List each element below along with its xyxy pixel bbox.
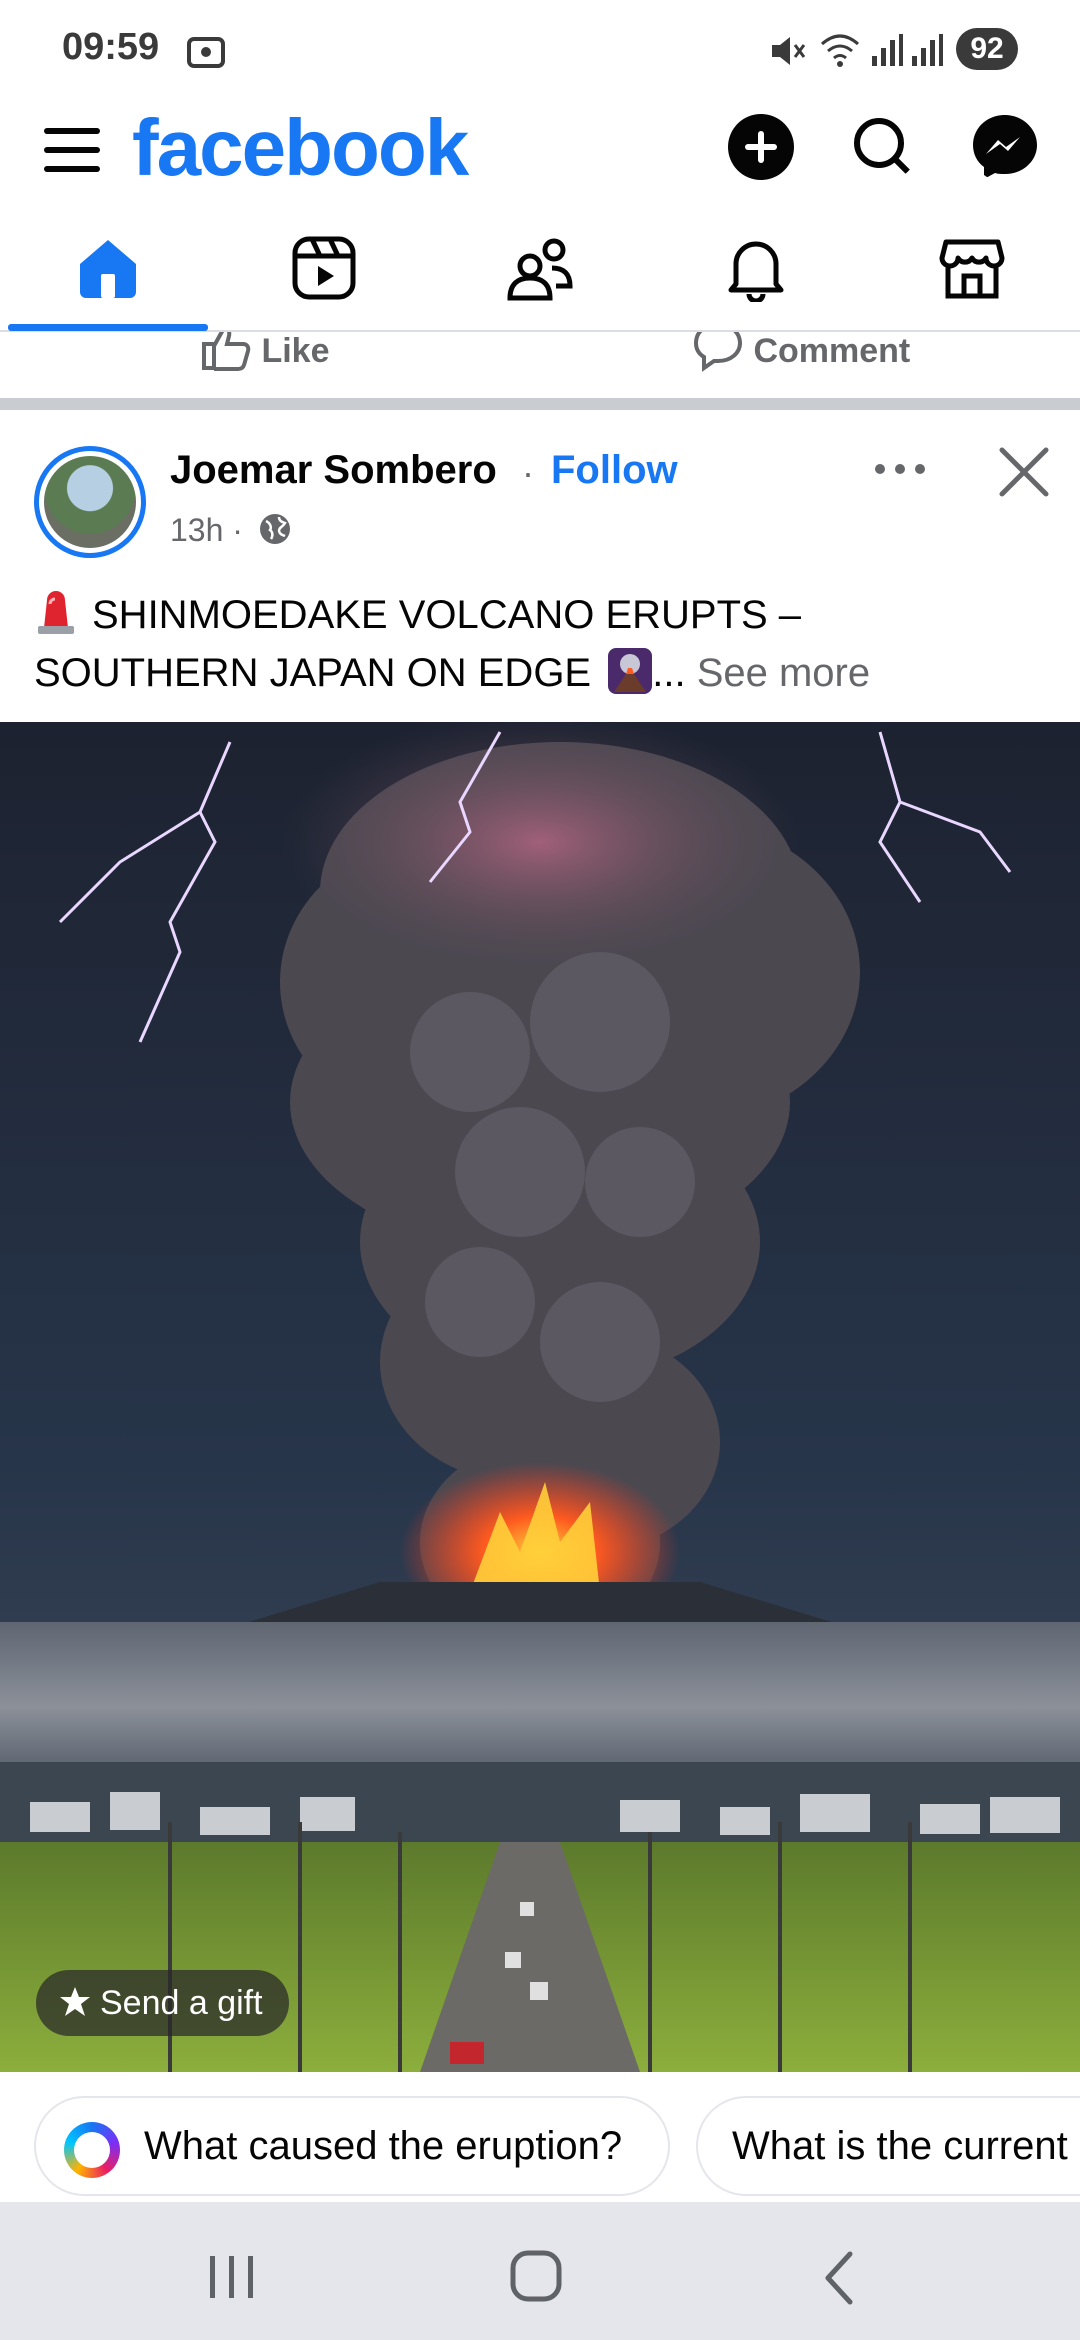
tab-home[interactable] xyxy=(0,220,216,332)
main-tab-bar xyxy=(0,220,1080,332)
ai-suggestion-chips: What caused the eruption? What is the cu… xyxy=(0,2072,1080,2202)
suggestion-chip-1-label: What caused the eruption? xyxy=(144,2124,623,2168)
friends-icon xyxy=(507,238,573,301)
follow-button[interactable]: Follow xyxy=(551,448,678,493)
globe-icon xyxy=(260,514,290,544)
comment-label: Comment xyxy=(753,332,911,370)
suggestion-chip-1[interactable]: What caused the eruption? xyxy=(34,2096,670,2196)
active-tab-indicator xyxy=(8,324,208,331)
app-header: facebook xyxy=(0,100,1080,220)
home-nav-icon[interactable] xyxy=(508,2248,564,2304)
volcano-emoji-icon xyxy=(608,648,653,694)
system-navigation-bar xyxy=(0,2202,1080,2340)
battery-indicator: 92 xyxy=(956,28,1018,70)
author-avatar[interactable] xyxy=(34,446,146,558)
suggestion-chip-2[interactable]: What is the current xyxy=(696,2096,1080,2196)
marketplace-icon xyxy=(939,239,1005,299)
volcano-eruption-image xyxy=(0,722,1080,2072)
caption-text-line-1: SHINMOEDAKE VOLCANO ERUPTS – xyxy=(92,593,802,637)
suggestion-chip-2-label: What is the current xyxy=(732,2124,1068,2168)
comment-button[interactable]: Comment xyxy=(692,332,910,372)
caption-ellipsis: ... xyxy=(652,651,686,695)
author-separator: · xyxy=(522,452,534,493)
screenshot-icon xyxy=(187,37,225,68)
close-icon[interactable] xyxy=(996,444,1052,500)
tab-marketplace[interactable] xyxy=(864,220,1080,332)
send-gift-button[interactable]: Send a gift xyxy=(36,1970,289,2036)
tab-notifications[interactable] xyxy=(648,220,864,332)
like-label: Like xyxy=(261,332,330,370)
more-options-icon[interactable] xyxy=(872,454,928,484)
facebook-logo[interactable]: facebook xyxy=(132,102,469,194)
mute-icon xyxy=(772,37,806,65)
bell-icon xyxy=(728,241,784,302)
tab-reels[interactable] xyxy=(216,220,432,332)
home-icon xyxy=(80,240,136,298)
caption-line-2: SOUTHERN JAPAN ON EDGE ... See more xyxy=(34,644,870,702)
search-icon[interactable] xyxy=(848,112,918,182)
avatar-image xyxy=(44,456,136,548)
wifi-icon xyxy=(821,34,859,67)
feed-divider xyxy=(0,398,1080,410)
messenger-icon[interactable] xyxy=(970,112,1040,182)
post-author-name[interactable]: Joemar Sombero xyxy=(170,448,497,493)
meta-ai-icon xyxy=(64,2122,120,2178)
create-post-icon[interactable] xyxy=(726,112,796,182)
post-timestamp[interactable]: 13h · xyxy=(170,512,243,549)
menu-icon[interactable] xyxy=(40,120,104,180)
post-image[interactable] xyxy=(0,722,1080,2072)
status-bar: 09:59 92 xyxy=(0,0,1080,100)
like-button[interactable]: Like xyxy=(200,332,330,372)
previous-post-actions: Like Comment xyxy=(0,332,1080,398)
comment-icon xyxy=(693,332,743,372)
reels-icon xyxy=(292,236,356,300)
caption-text-line-2: SOUTHERN JAPAN ON EDGE xyxy=(34,651,592,695)
status-time: 09:59 xyxy=(62,26,160,68)
back-icon[interactable] xyxy=(812,2250,868,2306)
send-gift-label: Send a gift xyxy=(100,1984,263,2022)
signal-icon xyxy=(872,34,903,66)
like-icon xyxy=(202,332,251,371)
recent-apps-icon[interactable] xyxy=(204,2252,260,2302)
tab-friends[interactable] xyxy=(432,220,648,332)
gift-star-icon xyxy=(60,1987,90,2016)
siren-emoji-icon xyxy=(38,591,74,634)
signal-icon-2 xyxy=(912,34,943,66)
see-more-link[interactable]: See more xyxy=(697,651,870,695)
caption-line-1: SHINMOEDAKE VOLCANO ERUPTS – xyxy=(34,586,801,644)
